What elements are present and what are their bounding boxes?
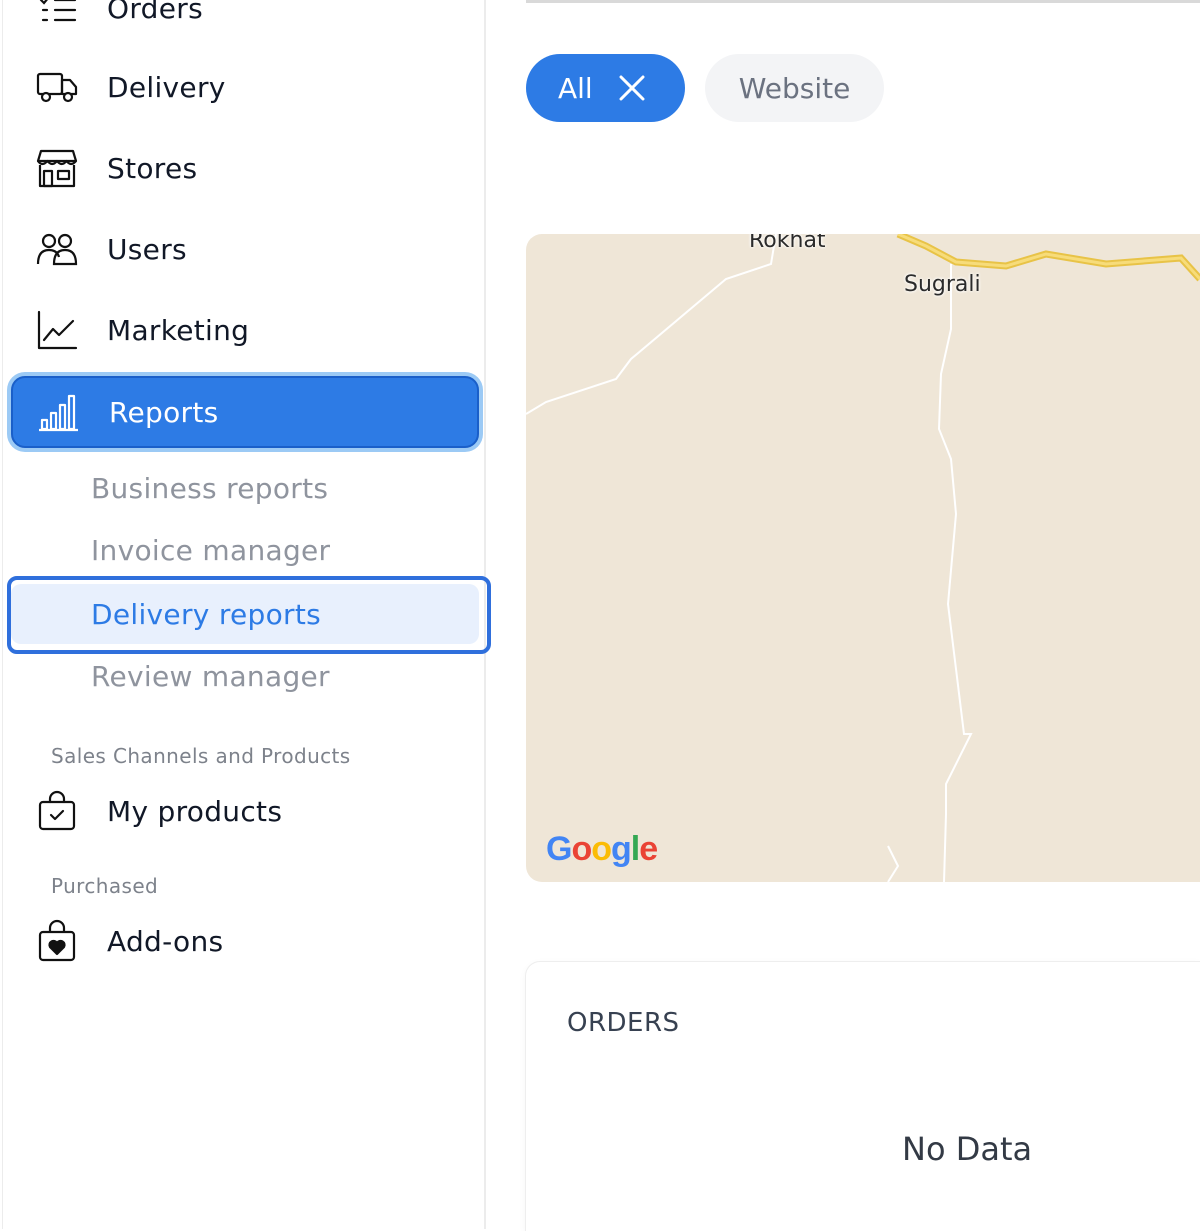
sidebar-subitem-business-reports[interactable]: Business reports [11,458,479,518]
empty-state-text: No Data [902,1130,1033,1168]
sidebar-item-label: Orders [107,0,203,25]
sidebar-subitem-label: Delivery reports [91,597,322,631]
line-chart-icon [35,308,79,352]
sidebar-item-label: Delivery [107,70,226,104]
sidebar-item-add-ons[interactable]: Add-ons [11,905,479,977]
sidebar-subitem-label: Business reports [91,471,329,505]
sidebar-subitem-label: Invoice manager [91,533,331,567]
sidebar-item-marketing[interactable]: Marketing [11,294,479,366]
shopping-bag-heart-icon [35,919,79,963]
sidebar-item-label: Marketing [107,313,250,347]
orders-card-title: ORDERS [567,1008,680,1038]
map-place-label: Sugrali [904,272,981,297]
map[interactable]: Rokhat Sugrali Google [526,234,1200,882]
filter-chip-label: Website [738,71,851,105]
sidebar-item-stores[interactable]: Stores [11,132,479,204]
sidebar-item-delivery[interactable]: Delivery [11,51,479,123]
close-icon[interactable] [618,74,646,102]
google-logo: Google [546,830,658,868]
sidebar-item-reports[interactable]: Reports [11,376,479,448]
orders-card: ORDERS No Data [526,962,1200,1231]
users-icon [35,227,79,271]
filter-chip-website[interactable]: Website [705,54,884,122]
map-place-label: Rokhat [749,234,826,253]
sidebar-subitem-invoice-manager[interactable]: Invoice manager [11,520,479,580]
sidebar-item-label: Users [107,232,187,266]
map-roads [526,234,1200,882]
filter-chip-all[interactable]: All [526,54,685,122]
sidebar-subitem-delivery-reports[interactable]: Delivery reports [11,584,479,644]
sidebar-item-users[interactable]: Users [11,213,479,285]
sidebar-item-label: My products [107,794,283,828]
sidebar-item-label: Add-ons [107,924,224,958]
truck-icon [35,65,79,109]
store-icon [35,146,79,190]
sidebar-item-my-products[interactable]: My products [11,775,479,847]
sidebar-subitem-review-manager[interactable]: Review manager [11,646,479,706]
section-label-sales-channels: Sales Channels and Products [51,744,351,768]
sidebar-subitem-label: Review manager [91,659,330,693]
list-icon [35,0,79,30]
shopping-bag-check-icon [35,789,79,833]
sidebar-item-label: Reports [109,395,219,429]
top-divider [526,0,1200,3]
filter-chip-label: All [558,71,593,105]
sidebar-item-label: Stores [107,151,198,185]
bar-chart-icon [37,390,81,434]
sidebar-item-orders[interactable]: Orders [11,0,479,44]
section-label-purchased: Purchased [51,874,159,898]
sidebar: Orders Delivery Stores Users Marketing R… [2,0,491,1229]
